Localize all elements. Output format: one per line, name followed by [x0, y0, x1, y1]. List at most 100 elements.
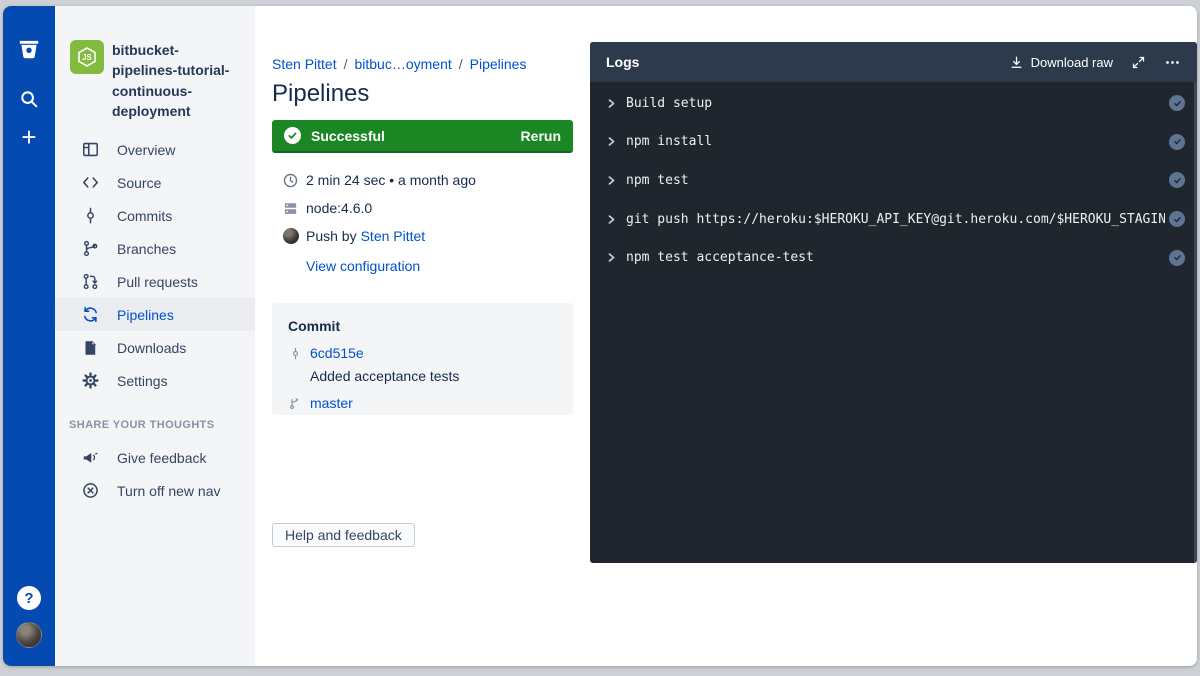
log-command: Build setup — [626, 96, 1165, 111]
log-command: npm test — [626, 173, 1165, 188]
download-raw-button[interactable]: Download raw — [1031, 55, 1113, 70]
push-author-link[interactable]: Sten Pittet — [361, 228, 426, 244]
sidebar-item-label: Pull requests — [117, 274, 198, 290]
logs-header: Logs Download raw — [590, 42, 1197, 82]
breadcrumb-page-link[interactable]: Pipelines — [470, 56, 527, 72]
commits-icon — [80, 206, 100, 226]
sidebar-item-branches[interactable]: Branches — [55, 232, 255, 265]
branch-link[interactable]: master — [310, 395, 353, 411]
step-success-icon — [1169, 211, 1185, 227]
sidebar-item-label: Overview — [117, 142, 175, 158]
sidebar-item-label: Branches — [117, 241, 176, 257]
push-text: Push bySten Pittet — [306, 228, 425, 244]
sidebar-item-label: Turn off new nav — [117, 483, 221, 499]
breadcrumb-repo-link[interactable]: bitbuc…oyment — [354, 56, 451, 72]
source-icon — [80, 173, 100, 193]
settings-icon — [80, 371, 100, 391]
logs-title: Logs — [606, 54, 639, 70]
logs-panel: Logs Download raw — [590, 42, 1197, 563]
search-icon[interactable] — [16, 86, 42, 112]
step-success-icon — [1169, 172, 1185, 188]
repo-nav: Overview Source Commits — [55, 133, 255, 397]
help-icon[interactable]: ? — [17, 586, 41, 610]
chevron-right-icon — [606, 214, 626, 225]
commit-card: Commit 6cd515e Added acceptance tests ma… — [272, 303, 573, 415]
sidebar-item-pull-requests[interactable]: Pull requests — [55, 265, 255, 298]
fullscreen-icon[interactable] — [1131, 55, 1146, 70]
sidebar-item-turn-off-new-nav[interactable]: Turn off new nav — [55, 474, 255, 507]
help-and-feedback-button[interactable]: Help and feedback — [272, 523, 415, 547]
success-check-icon — [284, 127, 301, 144]
overview-icon — [80, 140, 100, 160]
turn-off-icon — [80, 481, 100, 501]
sidebar-item-label: Settings — [117, 373, 168, 389]
log-step-git-push[interactable]: git push https://heroku:$HEROKU_API_KEY@… — [590, 200, 1197, 239]
log-step-npm-acceptance-test[interactable]: npm test acceptance-test — [590, 238, 1197, 277]
branches-icon — [80, 239, 100, 259]
commit-icon — [288, 345, 302, 361]
duration-row: 2 min 24 sec • a month ago — [272, 166, 573, 194]
page-title: Pipelines — [272, 80, 369, 108]
pipelines-icon — [80, 305, 100, 325]
sidebar-item-pipelines[interactable]: Pipelines — [55, 298, 255, 331]
log-step-npm-test[interactable]: npm test — [590, 161, 1197, 200]
breadcrumb-user-link[interactable]: Sten Pittet — [272, 56, 337, 72]
image-text: node:4.6.0 — [306, 200, 372, 216]
bitbucket-logo[interactable] — [16, 36, 42, 62]
pull-requests-icon — [80, 272, 100, 292]
commit-branch-row: master — [288, 395, 557, 411]
pipeline-details: 2 min 24 sec • a month ago node:4.6.0 Pu… — [272, 166, 573, 274]
sidebar-item-give-feedback[interactable]: Give feedback — [55, 441, 255, 474]
download-icon[interactable] — [1009, 55, 1024, 70]
create-icon[interactable]: + — [16, 124, 42, 150]
breadcrumb-separator: / — [344, 56, 348, 72]
sidebar-item-commits[interactable]: Commits — [55, 199, 255, 232]
step-success-icon — [1169, 134, 1185, 150]
repo-header[interactable]: JS bitbucket-pipelines-tutorial-continuo… — [55, 40, 255, 121]
user-avatar[interactable] — [16, 622, 42, 648]
commit-message: Added acceptance tests — [288, 368, 557, 384]
step-success-icon — [1169, 95, 1185, 111]
sidebar-item-label: Pipelines — [117, 307, 174, 323]
rerun-button[interactable]: Rerun — [521, 128, 561, 144]
app-window: + ? JS bitbucket-pipelines-tutorial-cont… — [3, 6, 1197, 666]
sidebar-item-label: Give feedback — [117, 450, 207, 466]
repo-sidebar: JS bitbucket-pipelines-tutorial-continuo… — [55, 6, 255, 666]
log-step-npm-install[interactable]: npm install — [590, 123, 1197, 162]
svg-text:JS: JS — [82, 53, 92, 62]
chevron-right-icon — [606, 136, 626, 147]
sidebar-item-label: Downloads — [117, 340, 186, 356]
view-configuration-link[interactable]: View configuration — [306, 258, 420, 274]
sidebar-item-overview[interactable]: Overview — [55, 133, 255, 166]
sidebar-item-settings[interactable]: Settings — [55, 364, 255, 397]
view-configuration-row: View configuration — [272, 258, 573, 274]
log-step-build-setup[interactable]: Build setup — [590, 84, 1197, 123]
sidebar-item-source[interactable]: Source — [55, 166, 255, 199]
repo-avatar-nodejs-icon: JS — [70, 40, 104, 74]
sidebar-footer: Give feedback Turn off new nav — [55, 441, 255, 507]
more-options-icon[interactable] — [1164, 54, 1181, 71]
log-command: npm test acceptance-test — [626, 250, 1165, 265]
push-prefix: Push by — [306, 228, 357, 244]
breadcrumb-separator: / — [459, 56, 463, 72]
commit-hash-link[interactable]: 6cd515e — [310, 345, 364, 361]
status-banner: Successful Rerun — [272, 120, 573, 153]
chevron-right-icon — [606, 252, 626, 263]
log-command: git push https://heroku:$HEROKU_API_KEY@… — [626, 212, 1165, 227]
sidebar-item-downloads[interactable]: Downloads — [55, 331, 255, 364]
chevron-right-icon — [606, 175, 626, 186]
branch-icon — [288, 395, 302, 411]
logs-body: Build setup npm install — [590, 82, 1197, 563]
pusher-avatar — [281, 227, 300, 246]
global-nav: + ? — [3, 6, 55, 666]
megaphone-icon — [80, 448, 100, 468]
clock-icon — [281, 171, 300, 190]
breadcrumb: Sten Pittet / bitbuc…oyment / Pipelines — [272, 56, 526, 72]
downloads-icon — [80, 338, 100, 358]
duration-text: 2 min 24 sec • a month ago — [306, 172, 476, 188]
commit-hash-row: 6cd515e — [288, 345, 557, 361]
container-image-icon — [281, 199, 300, 218]
sidebar-item-label: Commits — [117, 208, 172, 224]
commit-card-title: Commit — [288, 318, 557, 334]
logs-actions: Download raw — [1009, 54, 1181, 71]
